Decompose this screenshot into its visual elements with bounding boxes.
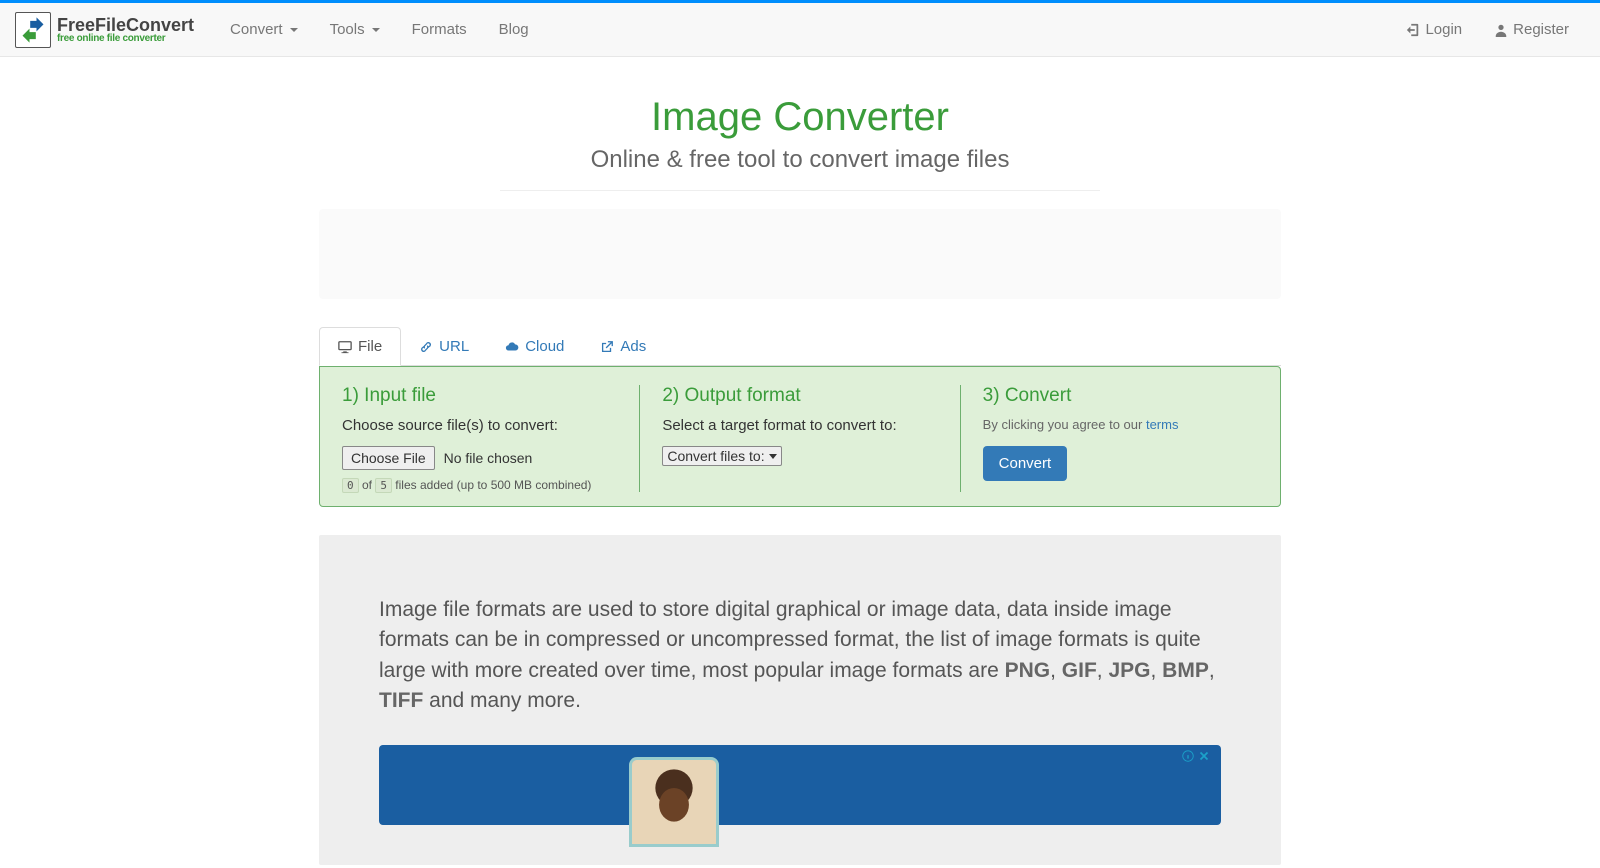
navbar-left: FreeFileConvert free online file convert… — [15, 6, 545, 53]
divider — [500, 190, 1100, 191]
select-label: Convert files to: — [667, 448, 764, 464]
tab-ads-label: Ads — [620, 338, 646, 355]
convert-panel: 1) Input file Choose source file(s) to c… — [319, 366, 1281, 507]
nav-blog-label: Blog — [499, 21, 529, 38]
tab-ads[interactable]: Ads — [582, 327, 664, 366]
nav-register-label: Register — [1513, 21, 1569, 38]
nav-tools[interactable]: Tools — [314, 6, 396, 53]
login-icon — [1406, 23, 1420, 37]
ad-avatar — [629, 757, 719, 847]
tab-cloud[interactable]: Cloud — [487, 327, 582, 366]
step3-title: 3) Convert — [983, 385, 1258, 407]
brand-logo[interactable]: FreeFileConvert free online file convert… — [15, 12, 194, 48]
logo-icon — [15, 12, 51, 48]
main-container: Image Converter Online & free tool to co… — [304, 95, 1296, 865]
brand-title: FreeFileConvert — [57, 16, 194, 34]
external-link-icon — [600, 340, 614, 354]
count-text: files added (up to 500 MB combined) — [395, 478, 591, 492]
fmt-bmp: BMP — [1162, 659, 1209, 682]
step-input: 1) Input file Choose source file(s) to c… — [320, 385, 639, 492]
step2-label: Select a target format to convert to: — [662, 417, 937, 434]
step2-title: 2) Output format — [662, 385, 937, 407]
step1-label: Choose source file(s) to convert: — [342, 417, 617, 434]
ad-close-button[interactable] — [1181, 749, 1211, 763]
fmt-tiff: TIFF — [379, 689, 423, 712]
output-format-select[interactable]: Convert files to: — [662, 446, 781, 466]
tab-file-label: File — [358, 338, 382, 355]
desktop-icon — [338, 340, 352, 354]
ad-banner-bottom — [379, 745, 1221, 825]
tab-url-label: URL — [439, 338, 469, 355]
nav-login[interactable]: Login — [1390, 6, 1478, 53]
nav-formats-label: Formats — [412, 21, 467, 38]
fmt-jpg: JPG — [1108, 659, 1150, 682]
input-tabs: File URL Cloud Ads — [319, 327, 1281, 366]
count-max: 5 — [375, 478, 392, 493]
caret-icon — [290, 28, 298, 32]
page-title: Image Converter — [319, 95, 1281, 140]
page-subtitle: Online & free tool to convert image file… — [319, 146, 1281, 174]
info-paragraph: Image file formats are used to store dig… — [379, 595, 1221, 717]
count-of: of — [362, 478, 372, 492]
choose-file-button[interactable]: Choose File — [342, 446, 435, 470]
step-output: 2) Output format Select a target format … — [639, 385, 959, 492]
nav-formats[interactable]: Formats — [396, 6, 483, 53]
nav-login-label: Login — [1425, 21, 1462, 38]
fmt-gif: GIF — [1062, 659, 1097, 682]
convert-button[interactable]: Convert — [983, 446, 1068, 481]
terms-link[interactable]: terms — [1146, 417, 1179, 432]
terms-text: By clicking you agree to our terms — [983, 417, 1258, 432]
info-block: Image file formats are used to store dig… — [319, 535, 1281, 865]
tab-cloud-label: Cloud — [525, 338, 564, 355]
close-icon — [1197, 749, 1211, 763]
nav-tools-label: Tools — [330, 21, 365, 38]
chevron-down-icon — [769, 454, 777, 459]
nav-blog[interactable]: Blog — [483, 6, 545, 53]
cloud-icon — [505, 340, 519, 354]
ad-banner-top — [319, 209, 1281, 299]
terms-pre: By clicking you agree to our — [983, 417, 1146, 432]
info-icon — [1181, 749, 1195, 763]
nav-register[interactable]: Register — [1478, 6, 1585, 53]
fmt-png: PNG — [1005, 659, 1051, 682]
step-convert: 3) Convert By clicking you agree to our … — [960, 385, 1280, 492]
info-text-post: and many more. — [423, 689, 581, 712]
nav-convert-label: Convert — [230, 21, 283, 38]
step1-title: 1) Input file — [342, 385, 617, 407]
nav-convert[interactable]: Convert — [214, 6, 314, 53]
link-icon — [419, 340, 433, 354]
tab-file[interactable]: File — [319, 327, 401, 366]
file-status: No file chosen — [444, 450, 533, 466]
caret-icon — [372, 28, 380, 32]
logo-text: FreeFileConvert free online file convert… — [57, 16, 194, 44]
tab-url[interactable]: URL — [401, 327, 487, 366]
file-count-info: 0 of 5 files added (up to 500 MB combine… — [342, 478, 617, 492]
navbar-right: Login Register — [1390, 6, 1585, 53]
user-icon — [1494, 23, 1508, 37]
count-current: 0 — [342, 478, 359, 493]
brand-subtitle: free online file converter — [57, 34, 194, 44]
navbar: FreeFileConvert free online file convert… — [0, 3, 1600, 57]
file-input-row: Choose File No file chosen — [342, 446, 617, 470]
